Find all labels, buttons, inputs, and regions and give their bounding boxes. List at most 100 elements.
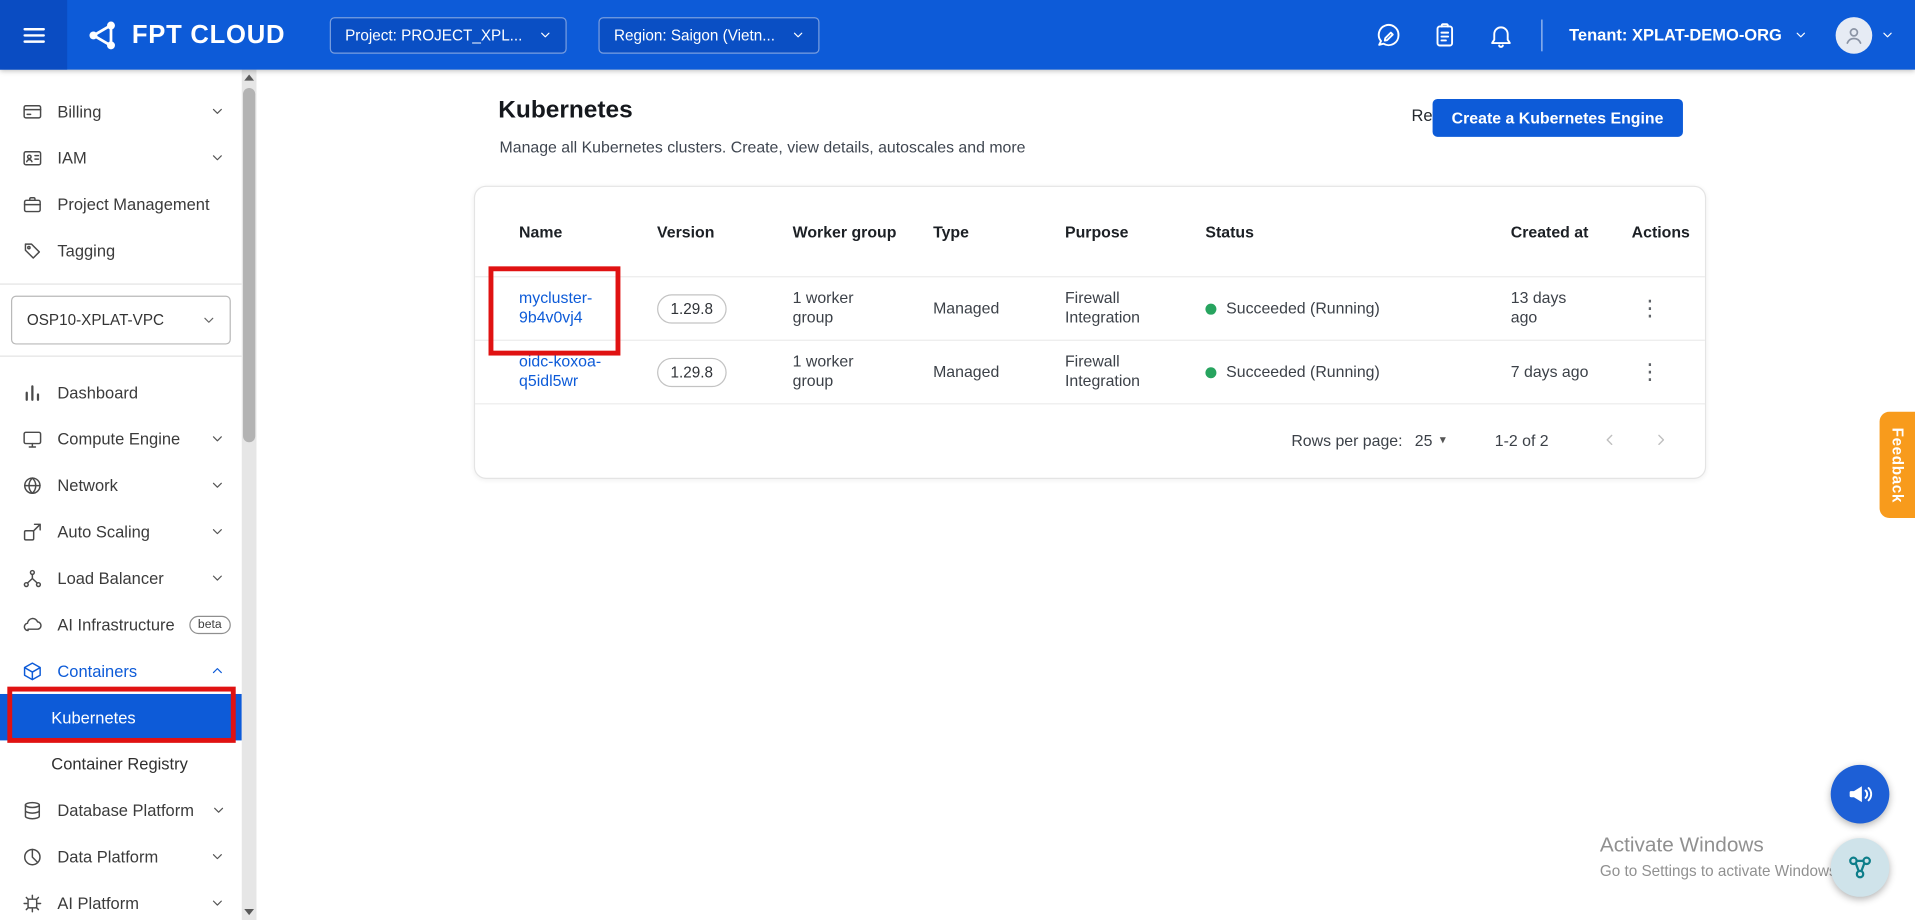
sidebar-item-label: Database Platform	[57, 801, 194, 819]
ai-assistant-fab[interactable]	[1831, 838, 1890, 897]
ai-assistant-icon	[1844, 852, 1876, 884]
scrollbar-down-button[interactable]	[242, 904, 257, 920]
column-header-worker-group: Worker group	[793, 222, 871, 240]
data-platform-icon	[22, 846, 43, 867]
sidebar-item-label: Containers	[57, 662, 137, 680]
sidebar-item-label: Data Platform	[57, 847, 158, 865]
chevron-down	[206, 569, 227, 586]
status-dot	[1205, 303, 1216, 314]
column-header-type: Type	[933, 222, 1043, 240]
create-kubernetes-engine-button[interactable]: Create a Kubernetes Engine	[1432, 99, 1683, 137]
sidebar-item-label: Tagging	[57, 241, 115, 259]
feedback-tab[interactable]: Feedback	[1880, 412, 1915, 518]
support-chat-button[interactable]	[1375, 21, 1402, 48]
triangle-down-icon	[244, 909, 254, 915]
chevron-down	[209, 802, 230, 819]
fpt-cloud-logo-icon	[84, 16, 121, 53]
sidebar-item-container-registry[interactable]: Container Registry	[0, 740, 242, 786]
sidebar-scrollbar[interactable]	[242, 70, 257, 920]
sidebar-item-label: Network	[57, 476, 117, 494]
person-icon	[1842, 23, 1866, 47]
avatar	[1836, 16, 1873, 53]
next-page-button[interactable]	[1651, 430, 1671, 450]
rows-per-page-select[interactable]: 25 ▾	[1415, 431, 1446, 449]
cell-worker-group: 1 worker group	[793, 288, 871, 329]
version-chip: 1.29.8	[657, 294, 726, 324]
chevron-down	[206, 848, 227, 865]
cell-status: Succeeded (Running)	[1205, 362, 1498, 383]
pagination-range: 1-2 of 2	[1495, 431, 1549, 449]
vpc-selector[interactable]: OSP10-XPLAT-VPC	[11, 296, 231, 345]
sidebar-item-label: Load Balancer	[57, 569, 163, 587]
cell-type: Managed	[933, 298, 1043, 319]
sidebar-item-database-platform[interactable]: Database Platform	[0, 787, 242, 833]
sidebar-item-data-platform[interactable]: Data Platform	[0, 833, 242, 879]
documents-button[interactable]	[1431, 21, 1458, 48]
sidebar-item-kubernetes[interactable]: Kubernetes	[0, 694, 242, 740]
dashboard-icon	[22, 382, 43, 403]
region-selector-label: Region: Saigon (Vietn...	[614, 26, 775, 43]
menu-toggle-button[interactable]	[0, 0, 67, 70]
load-balancer-icon	[22, 568, 43, 589]
chevron-down	[206, 149, 227, 166]
sidebar-item-load-balancer[interactable]: Load Balancer	[0, 555, 242, 601]
watermark-title: Activate Windows	[1600, 833, 1837, 857]
sidebar-item-compute-engine[interactable]: Compute Engine	[0, 415, 242, 461]
project-selector-label: Project: PROJECT_XPL...	[345, 26, 522, 43]
sidebar-item-network[interactable]: Network	[0, 462, 242, 508]
tenant-selector[interactable]: Tenant: XPLAT-DEMO-ORG	[1569, 26, 1809, 44]
sidebar-item-label: Kubernetes	[51, 708, 135, 726]
chevron-right-icon	[1651, 430, 1671, 450]
sidebar-item-label: IAM	[57, 148, 86, 166]
previous-page-button[interactable]	[1600, 430, 1620, 450]
notifications-bell-button[interactable]	[1487, 21, 1514, 48]
cell-purpose: Firewall Integration	[1065, 288, 1170, 329]
scrollbar-thumb[interactable]	[243, 88, 255, 442]
announcements-fab[interactable]	[1831, 765, 1890, 824]
sidebar-item-label: Billing	[57, 102, 101, 120]
row-actions-button[interactable]: ⋮	[1632, 359, 1669, 383]
column-header-actions: Actions	[1632, 222, 1705, 240]
sidebar-item-iam[interactable]: IAM	[0, 134, 242, 180]
sidebar-item-dashboard[interactable]: Dashboard	[0, 369, 242, 415]
beta-badge: beta	[189, 615, 230, 633]
iam-icon	[22, 147, 43, 168]
header-divider	[1541, 19, 1542, 51]
support-chat-icon	[1375, 21, 1402, 48]
sidebar-item-containers[interactable]: Containers	[0, 648, 242, 694]
cell-name: oidc-koxoa-q5idl5wr	[519, 351, 644, 392]
chevron-down-icon	[1793, 27, 1809, 43]
rows-per-page-label: Rows per page:	[1291, 431, 1402, 449]
sidebar-item-ai-infrastructure[interactable]: AI Infrastructurebeta	[0, 601, 242, 647]
chevron-down-icon	[790, 27, 806, 43]
sidebar-item-project-management[interactable]: Project Management	[0, 181, 242, 227]
cluster-name-link[interactable]: mycluster-9b4v0vj4	[519, 288, 641, 329]
rows-per-page-value: 25	[1415, 431, 1433, 449]
cell-purpose: Firewall Integration	[1065, 351, 1170, 392]
sidebar-item-billing[interactable]: Billing	[0, 88, 242, 134]
sidebar-menu-group: DashboardCompute Engine Network Auto Scali…	[0, 369, 242, 920]
vpc-selector-value: OSP10-XPLAT-VPC	[27, 312, 164, 329]
region-selector[interactable]: Region: Saigon (Vietn...	[598, 16, 819, 53]
project-selector[interactable]: Project: PROJECT_XPL...	[329, 16, 566, 53]
column-header-status: Status	[1205, 222, 1498, 240]
cell-created-at: 7 days ago	[1511, 362, 1592, 383]
status-text: Succeeded (Running)	[1226, 362, 1380, 380]
chevron-down	[206, 523, 227, 540]
chevron-down-icon	[537, 27, 553, 43]
sidebar-item-tagging[interactable]: Tagging	[0, 227, 242, 273]
sidebar-item-auto-scaling[interactable]: Auto Scaling	[0, 508, 242, 554]
cluster-name-link[interactable]: oidc-koxoa-q5idl5wr	[519, 351, 641, 392]
sidebar-item-ai-platform[interactable]: AI Platform	[0, 880, 242, 920]
topbar-right: Tenant: XPLAT-DEMO-ORG	[1375, 16, 1896, 53]
account-menu-button[interactable]	[1836, 16, 1896, 53]
cell-created-at: 13 days ago	[1511, 288, 1592, 329]
row-actions-button[interactable]: ⋮	[1632, 295, 1669, 319]
column-header-purpose: Purpose	[1065, 222, 1170, 240]
cell-type: Managed	[933, 362, 1043, 383]
chevron-down-icon	[200, 312, 217, 329]
auto-scaling-icon	[22, 521, 43, 542]
status-dot	[1205, 367, 1216, 378]
chevron-down	[206, 894, 227, 911]
scrollbar-up-button[interactable]	[242, 70, 257, 86]
